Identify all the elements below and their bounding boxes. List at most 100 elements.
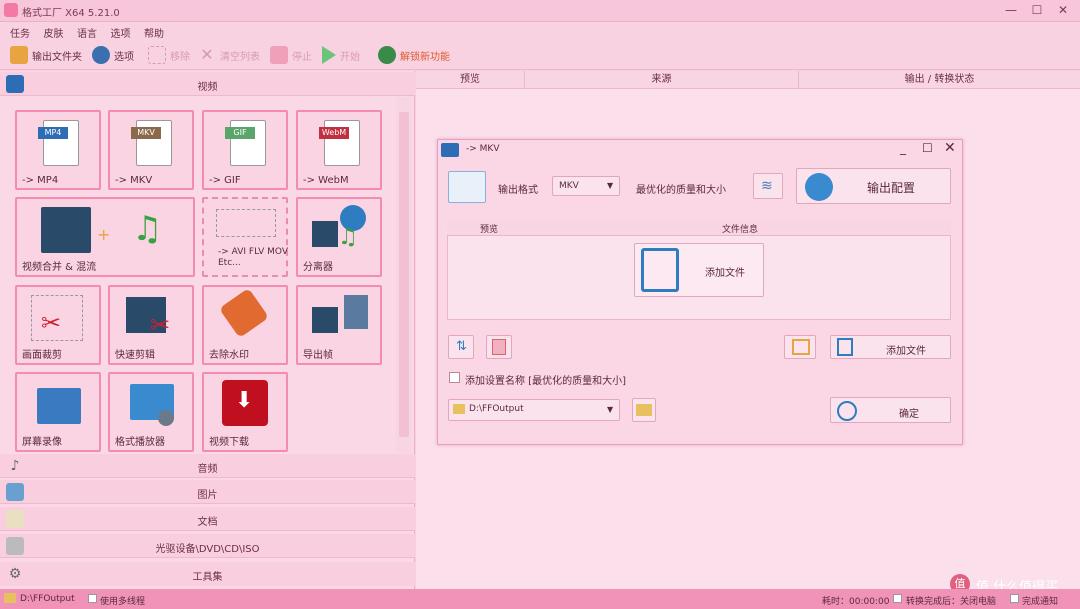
profile-button[interactable]: ≋: [753, 173, 783, 199]
eraser-icon: [218, 287, 270, 339]
gif-file-icon: GIF: [225, 120, 266, 166]
file-list-header: [447, 220, 951, 236]
note-icon: ♫: [338, 225, 358, 250]
remove-file-icon: [492, 339, 506, 355]
film-icon: [312, 221, 338, 247]
output-path-select[interactable]: D:\FFOutput ▼: [448, 399, 620, 421]
stop-icon: [270, 46, 288, 64]
unlock-features-button[interactable]: 解锁新功能: [378, 45, 450, 65]
dialog-video-icon: [441, 143, 459, 157]
after-done-checkbox[interactable]: [893, 594, 902, 603]
menu-options[interactable]: 选项: [111, 25, 131, 40]
tile-to-mp4[interactable]: MP4 -> MP4: [15, 110, 101, 190]
tile-remove-watermark[interactable]: 去除水印: [202, 285, 288, 365]
minimize-button[interactable]: —: [1000, 2, 1022, 18]
status-bar: D:\FFOutput 使用多线程 耗时：00:00:00 转换完成后：关闭电脑…: [0, 589, 1080, 609]
stop-button[interactable]: 停止: [270, 45, 312, 65]
category-disc[interactable]: 光驱设备\DVD\CD\ISO: [0, 534, 415, 558]
options-button[interactable]: 选项: [92, 45, 134, 65]
tile-to-avi-flv-mov[interactable]: -> AVI FLV MOV Etc...: [202, 197, 288, 277]
output-format-label: 输出格式: [498, 185, 538, 196]
browse-folder-button[interactable]: [632, 398, 656, 422]
menu-skin[interactable]: 皮肤: [44, 25, 64, 40]
frames-stack-icon: [344, 295, 368, 329]
globe-icon: [378, 46, 396, 64]
add-folder-button[interactable]: [784, 335, 816, 359]
frame-film-icon: [312, 307, 338, 333]
ok-button[interactable]: 确定: [830, 397, 951, 423]
tile-export-frames[interactable]: 导出帧: [296, 285, 382, 365]
add-folder-icon: [792, 339, 810, 355]
after-done-label: 转换完成后：关闭电脑: [906, 597, 997, 607]
layers-icon: ≋: [761, 178, 773, 194]
cut-scissors-icon: ✂: [150, 311, 171, 339]
app-icon: [4, 3, 18, 17]
category-toolbox[interactable]: ⚙ 工具集: [0, 562, 415, 586]
notify-label: 完成通知: [1022, 597, 1059, 607]
maximize-button[interactable]: ☐: [1026, 2, 1048, 18]
close-button[interactable]: ✕: [1052, 2, 1074, 18]
category-image[interactable]: 图片: [0, 480, 415, 504]
tile-to-mkv[interactable]: MKV -> MKV: [108, 110, 194, 190]
multithread-label: 使用多线程: [100, 597, 146, 607]
tile-splitter[interactable]: ♫ 分离器: [296, 197, 382, 277]
screen-record-icon: [37, 388, 81, 424]
title-bar: 格式工厂 X64 5.21.0 — ☐ ✕: [0, 0, 1080, 22]
play-icon: [322, 46, 336, 64]
format-select[interactable]: MKV ▼: [552, 176, 620, 196]
file-list-col-info[interactable]: 文件信息: [722, 222, 758, 235]
add-file-big-button[interactable]: 添加文件: [634, 243, 764, 297]
mp4-file-icon: MP4: [38, 120, 79, 166]
dialog-maximize-button[interactable]: ☐: [922, 141, 933, 155]
menu-task[interactable]: 任务: [10, 25, 30, 40]
status-output-path[interactable]: D:\FFOutput: [20, 594, 75, 604]
toolbar: 输出文件夹 选项 移除 ✕ 清空列表 停止 开始 解锁新功能: [0, 40, 1080, 70]
remove-button[interactable]: 移除: [148, 45, 190, 65]
chevron-down-icon: ▼: [607, 181, 614, 190]
tile-screen-record[interactable]: 屏幕录像: [15, 372, 101, 452]
music-note-icon: ♫: [132, 209, 163, 249]
path-folder-icon: [453, 404, 465, 414]
output-config-button[interactable]: 输出配置: [796, 168, 951, 204]
dialog-minimize-button[interactable]: _: [900, 141, 906, 155]
clear-list-button[interactable]: ✕ 清空列表: [198, 45, 260, 65]
multithread-checkbox[interactable]: [88, 594, 97, 603]
remove-file-button[interactable]: [486, 335, 512, 359]
plus-icon: +: [97, 225, 111, 244]
dialog-close-button[interactable]: ✕: [944, 140, 956, 156]
column-header-preview[interactable]: 预览: [416, 71, 524, 89]
menu-help[interactable]: 帮助: [144, 25, 164, 40]
setting-name-checkbox[interactable]: [449, 372, 460, 383]
path-chevron-down-icon: ▼: [607, 405, 614, 414]
column-header-output[interactable]: 输出 / 转换状态: [798, 71, 1080, 89]
notify-checkbox[interactable]: [1010, 594, 1019, 603]
add-file-button[interactable]: 添加文件: [830, 335, 951, 359]
menu-language[interactable]: 语言: [77, 25, 97, 40]
webm-file-icon: WebM: [319, 120, 360, 166]
tile-format-player[interactable]: 格式播放器: [108, 372, 194, 452]
category-video[interactable]: 视频: [0, 72, 415, 96]
clear-icon: ✕: [200, 45, 214, 64]
start-button[interactable]: 开始: [322, 45, 360, 65]
column-header-source[interactable]: 来源: [524, 71, 798, 89]
gear-icon: [158, 410, 174, 426]
browse-folder-icon: [636, 404, 652, 416]
file-list-col-preview[interactable]: 预览: [480, 222, 498, 235]
output-folder-button[interactable]: 输出文件夹: [10, 45, 82, 65]
tiles-scroll-thumb[interactable]: [399, 112, 409, 437]
format-video-icon: [448, 171, 486, 203]
category-document[interactable]: 文档: [0, 507, 415, 531]
category-audio[interactable]: ♪ 音频: [0, 454, 415, 478]
tile-quick-clip[interactable]: ✂ 快速剪辑: [108, 285, 194, 365]
tile-video-merge[interactable]: + ♫ 视频合并 & 混流: [15, 197, 195, 277]
config-gear-icon: [805, 173, 833, 201]
quality-label: 最优化的质量和大小: [636, 185, 726, 196]
tile-to-webm[interactable]: WebM -> WebM: [296, 110, 382, 190]
tile-video-download[interactable]: ⬇ 视频下载: [202, 372, 288, 452]
sort-button[interactable]: ⇅: [448, 335, 474, 359]
status-folder-icon: [4, 593, 16, 603]
menu-bar: 任务 皮肤 语言 选项 帮助: [0, 22, 1080, 40]
tile-crop[interactable]: ✂ 画面裁剪: [15, 285, 101, 365]
sort-icon: ⇅: [456, 339, 467, 354]
tile-to-gif[interactable]: GIF -> GIF: [202, 110, 288, 190]
